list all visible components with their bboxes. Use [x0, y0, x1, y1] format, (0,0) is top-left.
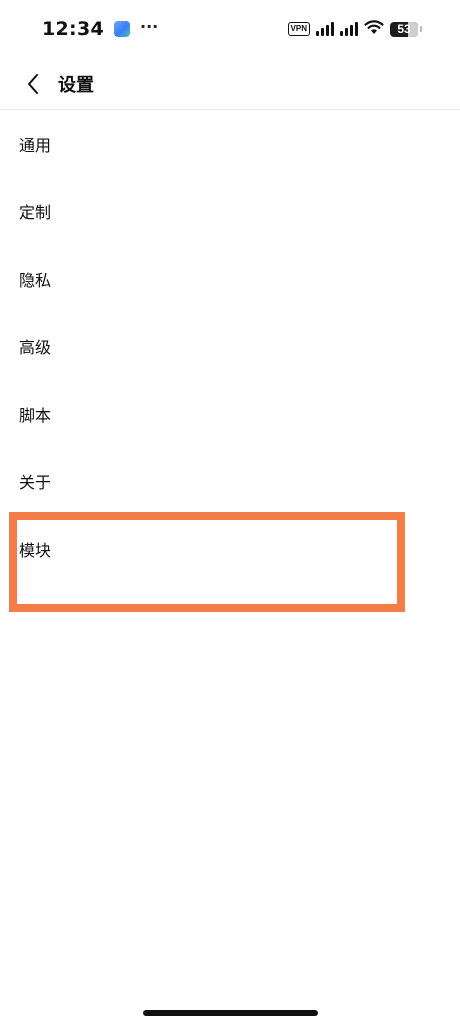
signal-icon-2 [340, 22, 358, 36]
more-notifications-icon: ··· [139, 16, 159, 36]
settings-item-label: 脚本 [19, 405, 52, 425]
settings-item-customize[interactable]: 定制 [0, 178, 460, 246]
battery-level: 53 [397, 22, 411, 36]
status-time: 12:34 [42, 18, 104, 40]
settings-item-label: 定制 [19, 203, 52, 223]
settings-item-advanced[interactable]: 高级 [0, 313, 460, 381]
signal-icon [316, 22, 334, 36]
status-right: VPN 53 [287, 19, 422, 39]
settings-item-label: 高级 [19, 338, 52, 358]
settings-item-general[interactable]: 通用 [0, 110, 460, 178]
wifi-icon [364, 19, 384, 39]
settings-item-about[interactable]: 关于 [0, 448, 460, 516]
status-bar: 12:34 ··· VPN 53 [0, 0, 460, 58]
back-button[interactable] [8, 62, 58, 106]
battery-icon: 53 [390, 21, 418, 37]
settings-item-modules[interactable]: 模块 [0, 515, 460, 583]
page-title: 设置 [58, 74, 94, 96]
settings-list: 通用 定制 隐私 高级 脚本 关于 模块 [0, 110, 460, 583]
settings-screen: 12:34 ··· VPN 53 设置 通用 定制 隐私 高级 脚本 关于 模块 [0, 0, 460, 1024]
settings-item-label: 隐私 [19, 270, 52, 290]
app-notification-icon [113, 21, 130, 37]
vpn-icon: VPN [287, 22, 310, 36]
settings-item-label: 关于 [19, 473, 52, 493]
status-left: 12:34 ··· [42, 16, 159, 41]
settings-item-label: 模块 [19, 540, 52, 560]
home-indicator[interactable] [143, 1010, 318, 1016]
settings-item-privacy[interactable]: 隐私 [0, 245, 460, 313]
settings-item-scripts[interactable]: 脚本 [0, 380, 460, 448]
battery-nub [420, 26, 422, 32]
chevron-left-icon [28, 73, 38, 94]
header: 设置 [0, 58, 460, 110]
settings-item-label: 通用 [19, 135, 52, 155]
